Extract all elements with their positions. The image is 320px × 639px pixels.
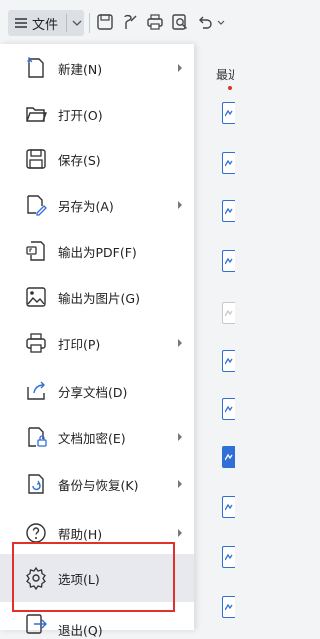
recent-file-icon[interactable] xyxy=(222,302,235,324)
recent-file-icon[interactable] xyxy=(222,446,235,468)
menu-item-label: 打开(O) xyxy=(58,107,103,123)
file-menu-button[interactable]: 文件 xyxy=(8,10,84,36)
undo-icon[interactable] xyxy=(196,13,214,31)
share-icon xyxy=(27,381,45,400)
highlight-box xyxy=(12,542,175,612)
recent-file-icon[interactable] xyxy=(222,496,235,518)
menu-item-label: 输出为PDF(F) xyxy=(58,244,137,260)
recent-label: 最近 xyxy=(216,68,234,82)
recent-file-icon[interactable] xyxy=(222,596,235,618)
menu-item-save[interactable]: 保存(S) xyxy=(0,137,194,181)
menu-item-label: 保存(S) xyxy=(58,152,101,168)
print-preview-icon[interactable] xyxy=(171,13,189,31)
chevron-right-icon xyxy=(178,480,182,488)
save-icon xyxy=(26,149,46,169)
chevron-right-icon xyxy=(178,64,182,72)
new-document-icon xyxy=(27,57,44,78)
toolbar: 文件 xyxy=(0,0,234,44)
menu-item-encrypt[interactable]: 文档加密(E) xyxy=(0,415,194,459)
recent-file-icon[interactable] xyxy=(222,102,235,124)
print-icon[interactable] xyxy=(146,13,164,31)
file-menu-label: 文件 xyxy=(32,17,59,33)
menu-item-export-pdf[interactable]: 输出为PDF(F) xyxy=(0,229,194,273)
chevron-right-icon xyxy=(178,201,182,209)
save-icon[interactable] xyxy=(96,13,114,31)
menu-item-label: 备份与恢复(K) xyxy=(58,477,139,493)
menu-item-label: 文档加密(E) xyxy=(58,430,126,446)
menu-item-label: 分享文档(D) xyxy=(58,384,128,400)
save-as-icon xyxy=(27,195,47,216)
recent-file-icon[interactable] xyxy=(222,250,235,272)
chevron-right-icon xyxy=(178,433,182,441)
undo-dropdown-icon[interactable] xyxy=(216,13,226,31)
print-icon xyxy=(26,333,46,353)
menu-item-new[interactable]: 新建(N) xyxy=(0,46,194,90)
recent-file-icon[interactable] xyxy=(222,398,235,420)
menu-item-label: 新建(N) xyxy=(58,61,103,77)
menu-item-backup[interactable]: 备份与恢复(K) xyxy=(0,462,194,506)
export-pdf-icon xyxy=(26,241,45,261)
recent-file-icon[interactable] xyxy=(222,546,235,568)
menu-item-save-as[interactable]: 另存为(A) xyxy=(0,183,194,227)
recent-file-icon[interactable] xyxy=(222,200,235,222)
folder-open-icon xyxy=(26,107,48,122)
menu-item-export-image[interactable]: 输出为图片(G) xyxy=(0,275,194,319)
format-painter-icon[interactable] xyxy=(121,13,139,31)
menu-item-label: 帮助(H) xyxy=(58,526,103,542)
chevron-right-icon xyxy=(178,529,182,537)
chevron-right-icon xyxy=(178,339,182,347)
chevron-down-icon[interactable] xyxy=(72,17,82,29)
exit-icon xyxy=(26,614,47,634)
export-image-icon xyxy=(26,287,46,307)
menu-item-share[interactable]: 分享文档(D) xyxy=(0,369,194,413)
recent-file-icon[interactable] xyxy=(222,152,235,174)
lock-document-icon xyxy=(28,427,47,447)
backup-icon xyxy=(28,474,44,494)
menu-item-label: 打印(P) xyxy=(58,336,101,352)
recent-files-pane: 最近 xyxy=(194,44,235,630)
menu-item-open[interactable]: 打开(O) xyxy=(0,92,194,136)
menu-item-label: 输出为图片(G) xyxy=(58,290,140,306)
menu-item-label: 另存为(A) xyxy=(58,198,114,214)
menu-item-print[interactable]: 打印(P) xyxy=(0,321,194,365)
hamburger-icon xyxy=(15,18,27,28)
recent-file-icon[interactable] xyxy=(222,350,235,372)
